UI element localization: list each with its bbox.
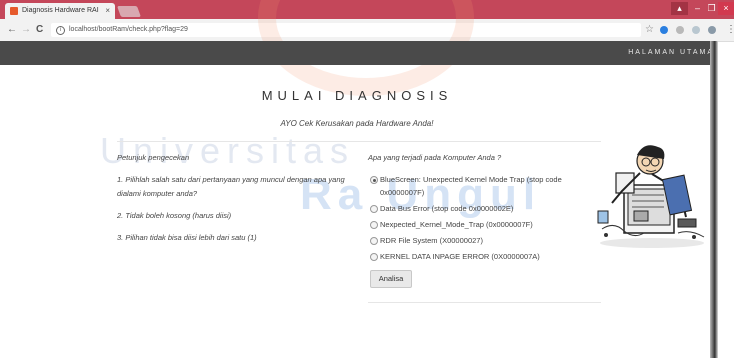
url-text[interactable]: localhost/bootRam/check.php?flag=29	[69, 23, 188, 37]
extension-icon-3[interactable]	[692, 26, 700, 34]
extension-icon-1[interactable]	[660, 26, 668, 34]
nav-link-halaman-utama[interactable]: HALAMAN UTAMA	[628, 41, 714, 65]
option-bluescreen[interactable]: BlueScreen: Unexpected Kernel Mode Trap …	[368, 173, 608, 199]
radio-button[interactable]	[370, 176, 378, 184]
instructions-panel: Petunjuk pengecekan 1. Pilihlah salah sa…	[117, 153, 362, 253]
site-navbar: HALAMAN UTAMA	[0, 41, 714, 65]
radio-button[interactable]	[370, 205, 378, 213]
question-panel: Apa yang terjadi pada Komputer Anda ? Bl…	[368, 153, 608, 266]
option-kernel-data-inpage[interactable]: KERNEL DATA INPAGE ERROR (0X0000007A)	[368, 250, 608, 263]
option-data-bus-error[interactable]: Data Bus Error (stop code 0x0000002E)	[368, 202, 608, 215]
back-button[interactable]: ←	[7, 23, 17, 37]
reload-button[interactable]: C	[36, 23, 43, 37]
radio-button[interactable]	[370, 237, 378, 245]
option-label[interactable]: BlueScreen: Unexpected Kernel Mode Trap …	[380, 175, 562, 197]
option-rdr-file-system[interactable]: RDR File System (X00000027)	[368, 234, 608, 247]
instructions-heading: Petunjuk pengecekan	[117, 153, 190, 162]
analisa-button[interactable]: Analisa	[370, 270, 412, 288]
divider	[117, 141, 601, 142]
new-tab-button[interactable]	[116, 6, 142, 17]
site-info-icon[interactable]: i	[56, 26, 65, 35]
instruction-item: 3. Pilihan tidak bisa diisi lebih dari s…	[117, 233, 257, 242]
option-label[interactable]: KERNEL DATA INPAGE ERROR (0X0000007A)	[380, 252, 540, 261]
option-nexpected-kernel[interactable]: Nexpected_Kernel_Mode_Trap (0x0000007F)	[368, 218, 608, 231]
browser-menu-icon[interactable]: ⋮	[726, 23, 734, 37]
browser-tab[interactable]: Diagnosis Hardware RAI ×	[5, 3, 115, 19]
instruction-item: 1. Pilihlah salah satu dari pertanyaan y…	[117, 175, 345, 198]
extension-icon-4[interactable]	[708, 26, 716, 34]
tab-title: Diagnosis Hardware RAI	[22, 7, 99, 14]
site-favicon-icon	[10, 7, 18, 15]
page-subtitle: AYO Cek Kerusakan pada Hardware Anda!	[280, 119, 434, 128]
technician-illustration	[597, 145, 705, 248]
question-heading: Apa yang terjadi pada Komputer Anda ?	[368, 153, 502, 162]
page-title: MULAI DIAGNOSIS	[261, 88, 453, 103]
profile-icon[interactable]: ▴	[671, 2, 688, 15]
close-window-button[interactable]: ×	[718, 2, 734, 15]
tab-close-icon[interactable]: ×	[105, 3, 110, 19]
option-label[interactable]: RDR File System (X00000027)	[380, 236, 483, 245]
bookmark-star-icon[interactable]: ☆	[645, 23, 654, 37]
option-label[interactable]: Nexpected_Kernel_Mode_Trap (0x0000007F)	[380, 220, 533, 229]
radio-button[interactable]	[370, 253, 378, 261]
extension-icon-2[interactable]	[676, 26, 684, 34]
option-label[interactable]: Data Bus Error (stop code 0x0000002E)	[380, 204, 513, 213]
radio-button[interactable]	[370, 221, 378, 229]
forward-button[interactable]: →	[21, 23, 31, 37]
instruction-item: 2. Tidak boleh kosong (harus diisi)	[117, 211, 232, 220]
divider	[368, 302, 601, 303]
